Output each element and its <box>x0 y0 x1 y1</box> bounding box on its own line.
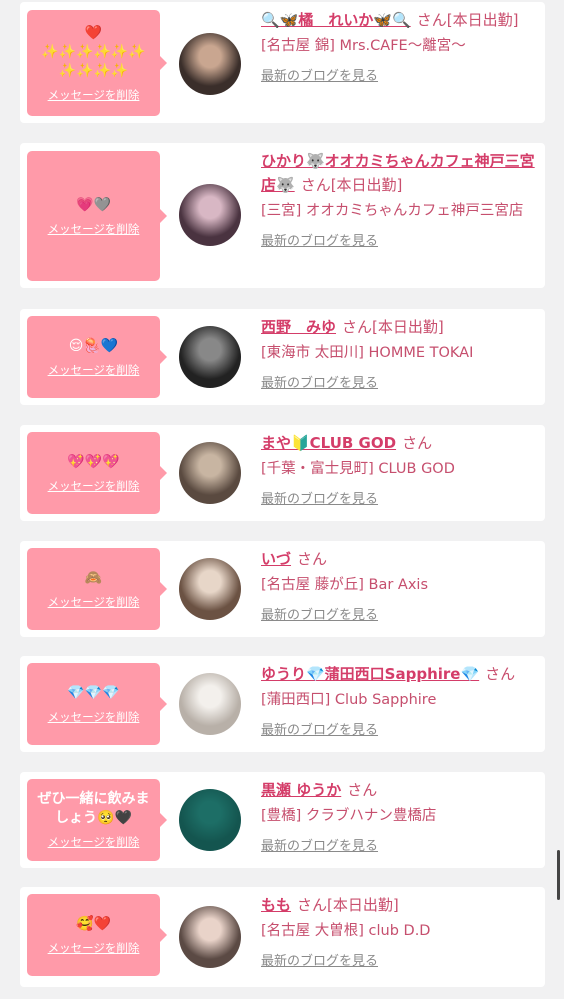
latest-blog-link[interactable]: 最新のブログを見る <box>261 719 378 738</box>
cast-name-link[interactable]: まや🔰CLUB GOD <box>261 434 396 452</box>
message-bubble: 🥰❤️ メッセージを削除 <box>27 894 167 976</box>
cast-info: ひかり🐺オオカミちゃんカフェ神戸三宮店🐺 さん[本日出勤] [三宮] オオカミちゃん… <box>261 149 539 249</box>
attendance-status: [本日出勤] <box>446 11 519 29</box>
delete-message-link[interactable]: メッセージを削除 <box>48 594 140 610</box>
message-text: 💗🩶 <box>76 196 111 213</box>
shop-name: [名古屋 錦] Mrs.CAFE〜離宮〜 <box>261 38 466 54</box>
delete-message-link[interactable]: メッセージを削除 <box>48 709 140 725</box>
message-card: 💎💎💎 メッセージを削除 ゆうり💎蒲田西口Sapphire💎 さん [蒲田西口] Clu… <box>20 656 545 752</box>
shop-name: [蒲田西口] Club Sapphire <box>261 692 437 708</box>
message-card: 🙈 メッセージを削除 いづ さん [名古屋 藤が丘] Bar Axis 最新のブログを見る <box>20 541 545 637</box>
shop-name: [千葉・富士見町] CLUB GOD <box>261 461 455 477</box>
message-bubble: 💗🩶 メッセージを削除 <box>27 151 167 281</box>
latest-blog-link[interactable]: 最新のブログを見る <box>261 230 378 249</box>
message-text: ぜひ一緒に飲みましょう🥺🖤 <box>37 791 150 826</box>
message-card: ❤️ ✨✨✨✨✨✨ ✨✨✨✨ メッセージを削除 🔍🦋橘 れいか🦋🔍 さん[本日出勤] [… <box>20 2 545 123</box>
avatar[interactable] <box>179 673 241 735</box>
cast-info: 🔍🦋橘 れいか🦋🔍 さん[本日出勤] [名古屋 錦] Mrs.CAFE〜離宮〜 最新の… <box>261 8 539 84</box>
delete-message-link[interactable]: メッセージを削除 <box>48 221 140 237</box>
attendance-status: [本日出勤] <box>330 176 403 194</box>
message-bubble: 💎💎💎 メッセージを削除 <box>27 663 167 745</box>
name-line: 西野 みゆ さん[本日出勤] <box>261 315 539 339</box>
message-bubble: 🙈 メッセージを削除 <box>27 548 167 630</box>
honorific-label: さん <box>485 665 516 683</box>
cast-name-link[interactable]: いづ <box>261 550 291 568</box>
avatar[interactable] <box>179 184 241 246</box>
honorific-label: さん <box>297 896 328 914</box>
avatar[interactable] <box>179 326 241 388</box>
latest-blog-link[interactable]: 最新のブログを見る <box>261 372 378 391</box>
message-card: 😌🪼💙 メッセージを削除 西野 みゆ さん[本日出勤] [東海市 太田川] HOMME … <box>20 309 545 405</box>
message-bubble: ❤️ ✨✨✨✨✨✨ ✨✨✨✨ メッセージを削除 <box>27 10 167 116</box>
message-bubble: ぜひ一緒に飲みましょう🥺🖤 メッセージを削除 <box>27 779 167 861</box>
cast-name-link[interactable]: ゆうり💎蒲田西口Sapphire💎 <box>261 665 479 683</box>
cast-info: ゆうり💎蒲田西口Sapphire💎 さん [蒲田西口] Club Sapphire 最… <box>261 662 539 738</box>
message-text: 😌🪼💙 <box>68 337 119 354</box>
message-text: 🥰❤️ <box>76 915 111 932</box>
honorific-label: さん <box>402 434 433 452</box>
scrollbar[interactable] <box>557 850 560 900</box>
cast-info: 西野 みゆ さん[本日出勤] [東海市 太田川] HOMME TOKAI 最新のブログ… <box>261 315 539 391</box>
attendance-status: [本日出勤] <box>372 318 444 336</box>
name-line: まや🔰CLUB GOD さん <box>261 431 539 455</box>
avatar[interactable] <box>179 558 241 620</box>
cast-name-link[interactable]: もも <box>261 896 291 914</box>
message-card: 🥰❤️ メッセージを削除 もも さん[本日出勤] [名古屋 大曽根] club D.D 最… <box>20 887 545 987</box>
name-line: 🔍🦋橘 れいか🦋🔍 さん[本日出勤] <box>261 8 539 32</box>
cast-info: もも さん[本日出勤] [名古屋 大曽根] club D.D 最新のブログを見る <box>261 893 539 969</box>
cast-info: 黒瀬 ゆうか さん [豊橋] クラブハナン豊橋店 最新のブログを見る <box>261 778 539 854</box>
shop-name: [三宮] オオカミちゃんカフェ神戸三宮店 <box>261 203 524 219</box>
name-line: いづ さん <box>261 547 539 571</box>
name-line: もも さん[本日出勤] <box>261 893 539 917</box>
cast-info: まや🔰CLUB GOD さん [千葉・富士見町] CLUB GOD 最新のブログを見る <box>261 431 539 507</box>
attendance-status: [本日出勤] <box>327 896 399 914</box>
message-text: 🙈 <box>84 569 103 586</box>
avatar[interactable] <box>179 33 241 95</box>
avatar[interactable] <box>179 789 241 851</box>
message-card: 💖💖💖 メッセージを削除 まや🔰CLUB GOD さん [千葉・富士見町] CLUB G… <box>20 425 545 521</box>
latest-blog-link[interactable]: 最新のブログを見る <box>261 835 378 854</box>
honorific-label: さん <box>347 781 378 799</box>
latest-blog-link[interactable]: 最新のブログを見る <box>261 488 378 507</box>
message-text: 💖💖💖 <box>67 453 120 470</box>
message-text: 💎💎💎 <box>67 684 120 701</box>
message-bubble: 😌🪼💙 メッセージを削除 <box>27 316 167 398</box>
honorific-label: さん <box>297 550 328 568</box>
shop-name: [豊橋] クラブハナン豊橋店 <box>261 808 437 824</box>
delete-message-link[interactable]: メッセージを削除 <box>48 478 140 494</box>
cast-info: いづ さん [名古屋 藤が丘] Bar Axis 最新のブログを見る <box>261 547 539 623</box>
name-line: 黒瀬 ゆうか さん <box>261 778 539 802</box>
latest-blog-link[interactable]: 最新のブログを見る <box>261 950 378 969</box>
honorific-label: さん <box>300 176 331 194</box>
delete-message-link[interactable]: メッセージを削除 <box>48 940 140 956</box>
avatar[interactable] <box>179 442 241 504</box>
delete-message-link[interactable]: メッセージを削除 <box>48 362 140 378</box>
message-text: ❤️ ✨✨✨✨✨✨ ✨✨✨✨ <box>41 24 146 79</box>
message-bubble: 💖💖💖 メッセージを削除 <box>27 432 167 514</box>
name-line: ゆうり💎蒲田西口Sapphire💎 さん <box>261 662 539 686</box>
shop-name: [名古屋 藤が丘] Bar Axis <box>261 577 429 593</box>
cast-name-link[interactable]: 西野 みゆ <box>261 318 336 336</box>
message-card: ぜひ一緒に飲みましょう🥺🖤 メッセージを削除 黒瀬 ゆうか さん [豊橋] クラブハナン… <box>20 772 545 868</box>
shop-name: [東海市 太田川] HOMME TOKAI <box>261 345 474 361</box>
cast-name-link[interactable]: 黒瀬 ゆうか <box>261 781 341 799</box>
delete-message-link[interactable]: メッセージを削除 <box>48 834 140 850</box>
cast-name-link[interactable]: 🔍🦋橘 れいか🦋🔍 <box>261 11 411 29</box>
name-line: ひかり🐺オオカミちゃんカフェ神戸三宮店🐺 さん[本日出勤] <box>261 149 539 197</box>
message-card: 💗🩶 メッセージを削除 ひかり🐺オオカミちゃんカフェ神戸三宮店🐺 さん[本日出勤] [三… <box>20 143 545 288</box>
latest-blog-link[interactable]: 最新のブログを見る <box>261 65 378 84</box>
shop-name: [名古屋 大曽根] club D.D <box>261 923 431 939</box>
avatar[interactable] <box>179 906 241 968</box>
honorific-label: さん <box>342 318 373 336</box>
honorific-label: さん <box>416 11 447 29</box>
delete-message-link[interactable]: メッセージを削除 <box>48 87 140 103</box>
latest-blog-link[interactable]: 最新のブログを見る <box>261 604 378 623</box>
